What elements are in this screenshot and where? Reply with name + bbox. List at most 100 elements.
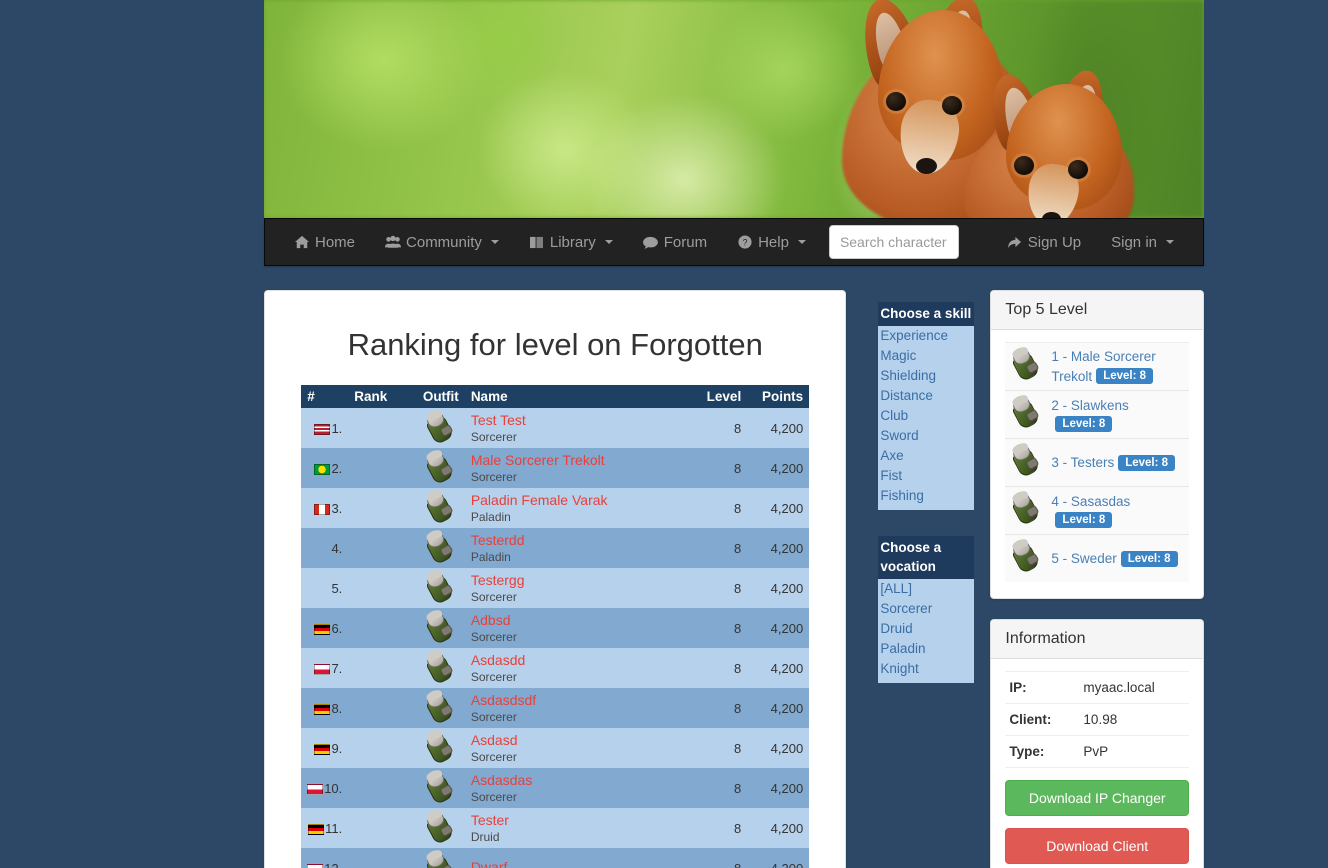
name-cell: Adbsd Sorcerer	[465, 608, 691, 648]
rank-number: 5.	[331, 580, 343, 596]
col-hash: #	[301, 385, 349, 408]
book-icon	[529, 234, 545, 250]
table-row[interactable]: 9. Asdasd Sorcerer 8 4,200	[301, 727, 810, 768]
top5-row[interactable]: 3 - Testers Level: 8	[1005, 439, 1189, 488]
skill-option-distance[interactable]: Distance	[878, 386, 974, 406]
top5-list: 1 - Male Sorcerer Trekolt Level: 8 2 - Sla…	[1005, 342, 1189, 583]
top5-character-link[interactable]: 4 - Sasasdas	[1051, 494, 1130, 509]
level-cell: 8	[733, 620, 742, 636]
outfit-cell	[417, 407, 465, 448]
top5-character-link[interactable]: 3 - Testers	[1051, 455, 1114, 470]
top5-row[interactable]: 4 - Sasasdas Level: 8	[1005, 487, 1189, 536]
flag-icon-de	[314, 743, 331, 755]
character-name-link[interactable]: Tester	[471, 812, 685, 830]
top5-character-link[interactable]: 2 - Slawkens	[1051, 398, 1128, 413]
information-title: Information	[991, 620, 1203, 660]
character-name-link[interactable]: Asdasd	[471, 732, 685, 750]
nav-item-forum[interactable]: Forum	[628, 218, 722, 266]
vocation-option-sorcerer[interactable]: Sorcerer	[878, 599, 974, 619]
nav-label: Sign in	[1111, 233, 1157, 251]
site-container: Home Community Library Forum ? Help Sear…	[264, 0, 1204, 868]
nav-item-help[interactable]: ? Help	[722, 218, 821, 266]
comment-icon	[643, 234, 659, 250]
vocation-option-knight[interactable]: Knight	[878, 659, 974, 679]
table-row[interactable]: 6. Adbsd Sorcerer 8 4,200	[301, 607, 810, 648]
table-row[interactable]: 10. Asdasdas Sorcerer 8 4,200	[301, 767, 810, 808]
table-row[interactable]: 8. Asdasdsdf Sorcerer 8 4,200	[301, 687, 810, 728]
skill-option-shielding[interactable]: Shielding	[878, 366, 974, 386]
top5-text: 5 - Sweder Level: 8	[1051, 549, 1178, 569]
top5-row[interactable]: 5 - Sweder Level: 8	[1005, 535, 1189, 583]
table-header-row: # Rank Outfit Name Level Points	[301, 385, 810, 408]
rank-cell: 4.	[301, 528, 348, 568]
character-name-link[interactable]: Testerdd	[471, 532, 685, 550]
sign-in-menu[interactable]: Sign in	[1096, 218, 1189, 266]
points-cell: 4,200	[770, 500, 804, 516]
table-row[interactable]: 12. Dwarf 8 4,200	[301, 847, 810, 868]
search-input[interactable]	[828, 225, 959, 259]
top5-row[interactable]: 1 - Male Sorcerer Trekolt Level: 8	[1005, 343, 1189, 392]
nav-item-home[interactable]: Home	[279, 218, 370, 266]
table-row[interactable]: 7. Asdasdd Sorcerer 8 4,200	[301, 647, 810, 688]
table-row[interactable]: 4. Testerdd Paladin 8 4,200	[301, 527, 810, 568]
character-vocation: Sorcerer	[470, 709, 517, 724]
table-row[interactable]: 2. Male Sorcerer Trekolt Sorcerer 8 4,200	[301, 447, 810, 488]
top5-text: 1 - Male Sorcerer Trekolt Level: 8	[1051, 347, 1185, 386]
outfit-sprite	[423, 527, 457, 565]
table-row[interactable]: 1. Test Test Sorcerer 8 4,200	[301, 407, 810, 448]
information-panel: Information IP: myaac.local Client: 10.98 Ty…	[990, 619, 1204, 868]
ranking-panel: Ranking for level on Forgotten # Rank Ou…	[264, 290, 847, 868]
download-ip-changer-button[interactable]: Download IP Changer	[1005, 780, 1189, 817]
flag-icon-pl	[314, 663, 331, 675]
outfit-sprite	[423, 847, 457, 868]
top5-text: 3 - Testers Level: 8	[1051, 453, 1176, 473]
character-name-link[interactable]: Test Test	[471, 412, 685, 430]
character-name-link[interactable]: Asdasdas	[471, 772, 685, 790]
page-title: Ranking for level on Forgotten	[347, 327, 763, 362]
vocation-option-all[interactable]: [ALL]	[878, 579, 974, 599]
character-name-link[interactable]: Adbsd	[471, 612, 685, 630]
table-row[interactable]: 3. Paladin Female Varak Paladin 8 4,200	[301, 487, 810, 528]
top5-panel: Top 5 Level 1 - Male Sorcerer Trekolt Lev…	[990, 290, 1204, 600]
skill-option-fishing[interactable]: Fishing	[878, 486, 974, 506]
character-name-link[interactable]: Asdasdd	[471, 652, 685, 670]
top5-row[interactable]: 2 - Slawkens Level: 8	[1005, 391, 1189, 440]
skill-option-sword[interactable]: Sword	[878, 426, 974, 446]
skill-option-experience[interactable]: Experience	[878, 326, 974, 346]
level-cell: 8	[733, 700, 742, 716]
character-name-link[interactable]: Dwarf	[471, 859, 685, 868]
rank-number: 2.	[331, 460, 343, 476]
top5-outfit-cell	[1009, 489, 1043, 530]
character-name-link[interactable]: Paladin Female Varak	[471, 492, 685, 510]
site-banner	[264, 0, 1204, 218]
rank-number: 9.	[331, 740, 343, 756]
nav-item-community[interactable]: Community	[370, 218, 514, 266]
vocation-option-druid[interactable]: Druid	[878, 619, 974, 639]
table-row[interactable]: 11. Tester Druid 8 4,200	[301, 807, 810, 848]
nav-item-library[interactable]: Library	[514, 218, 628, 266]
outfit-cell	[417, 527, 465, 568]
top5-character-link[interactable]: 5 - Sweder	[1051, 551, 1116, 566]
character-name-link[interactable]: Testergg	[471, 572, 685, 590]
rank-spacer-cell	[348, 608, 417, 648]
information-row: IP: myaac.local	[1005, 671, 1189, 704]
chevron-down-icon	[797, 240, 806, 244]
character-name-link[interactable]: Asdasdsdf	[471, 692, 685, 710]
sign-up-button[interactable]: Sign Up	[992, 218, 1096, 266]
skill-option-magic[interactable]: Magic	[878, 346, 974, 366]
skill-option-fist[interactable]: Fist	[878, 466, 974, 486]
vocation-option-paladin[interactable]: Paladin	[878, 639, 974, 659]
skill-option-club[interactable]: Club	[878, 406, 974, 426]
outfit-sprite	[423, 607, 457, 645]
name-cell: Asdasdas Sorcerer	[465, 768, 691, 808]
skill-filter-title: Choose a skill	[878, 302, 975, 326]
character-name-link[interactable]: Male Sorcerer Trekolt	[471, 452, 685, 470]
rank-spacer-cell	[348, 808, 417, 848]
col-level: Level	[691, 385, 748, 408]
table-row[interactable]: 5. Testergg Sorcerer 8 4,200	[301, 567, 810, 608]
outfit-sprite	[423, 767, 457, 805]
character-vocation: Paladin	[470, 549, 511, 564]
skill-option-axe[interactable]: Axe	[878, 446, 974, 466]
download-client-button[interactable]: Download Client	[1005, 828, 1189, 865]
flag-icon-ca	[314, 503, 331, 515]
